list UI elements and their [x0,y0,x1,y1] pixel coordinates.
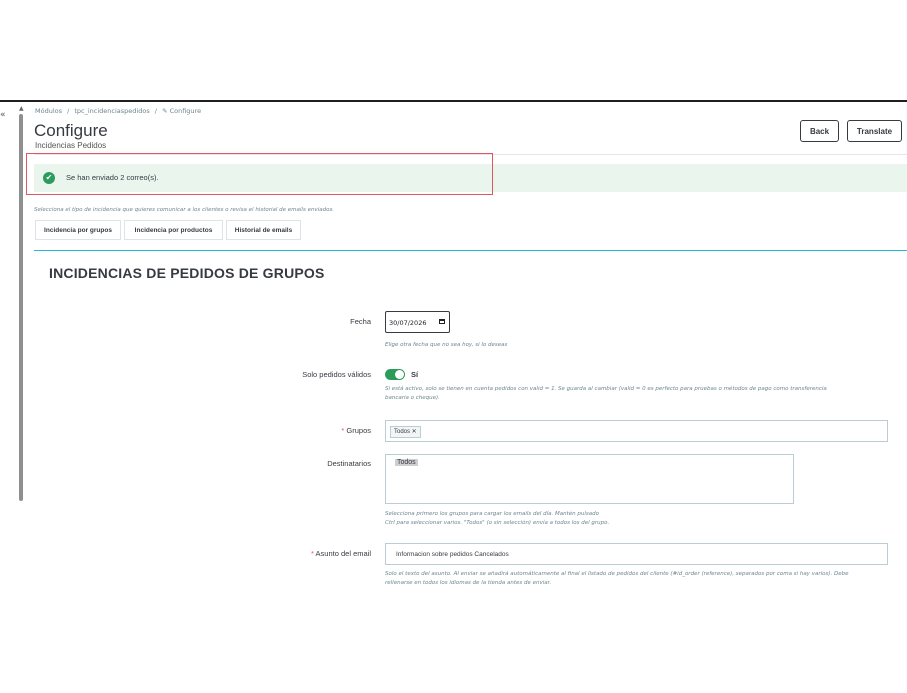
grupos-tag-todos[interactable]: Todos ✕ [390,426,421,438]
asunto-help-line1: Solo el texto del asunto. Al enviar se a… [385,571,849,577]
fecha-value: 30/07/2026 [389,319,427,327]
toggle-knob [395,370,404,379]
breadcrumb-configure: ✎ Configure [162,107,202,115]
fecha-date-input[interactable]: 30/07/2026 [385,311,450,333]
breadcrumb: Módulos / tpc_incidenciaspedidos / ✎ Con… [35,107,204,115]
panel-title: INCIDENCIAS DE PEDIDOS DE GRUPOS [49,265,325,281]
grupos-label: * Grupos [341,426,371,435]
breadcrumb-separator: / [154,107,157,115]
required-mark: * [310,549,314,558]
breadcrumb-separator: / [67,107,70,115]
destinatarios-help-line2: Ctrl para seleccionar varios. "Todos" (o… [385,520,610,526]
destinatarios-select[interactable]: Todos [385,454,794,504]
collapse-sidebar-icon[interactable]: « [0,110,6,120]
solo-validos-toggle[interactable] [385,369,405,380]
asunto-label: * Asunto del email [311,549,371,558]
highlight-box [26,153,493,195]
tab-incidencia-grupos[interactable]: Incidencia por grupos [35,220,121,240]
fecha-label: Fecha [350,317,371,326]
breadcrumb-modules[interactable]: Módulos [35,107,62,115]
tab-incidencia-productos[interactable]: Incidencia por productos [124,220,223,240]
back-button[interactable]: Back [800,120,839,142]
scrollbar-thumb[interactable] [19,114,23,501]
asunto-input[interactable]: Informacion sobre pedidos Cancelados [385,543,888,565]
fecha-help: Elige otra fecha que no sea hoy, si lo d… [385,342,508,348]
asunto-help-line2: rellenarse en todos los idiomas de la ti… [385,580,552,586]
grupos-multiselect[interactable]: Todos ✕ [385,420,888,442]
form-panel: INCIDENCIAS DE PEDIDOS DE GRUPOS Fecha 3… [34,250,907,590]
scroll-up-icon[interactable]: ▲ [19,105,24,112]
destinatarios-option-todos[interactable]: Todos [395,459,418,466]
toggle-state-label: Sí [411,370,419,379]
calendar-icon[interactable] [439,319,445,324]
page-subtitle: Incidencias Pedidos [35,141,107,150]
grupos-label-text: Grupos [346,426,371,435]
required-mark: * [341,426,345,435]
configure-frame: « ▲ Módulos / tpc_incidenciaspedidos / ✎… [0,102,907,590]
breadcrumb-module-name[interactable]: tpc_incidenciaspedidos [74,107,149,115]
solo-validos-help-line2: bancaria o cheque). [385,395,440,401]
tab-historial-emails[interactable]: Historial de emails [226,220,301,240]
page-title: Configure [34,121,108,140]
solo-validos-label: Solo pedidos válidos [302,370,371,379]
destinatarios-help-line1: Selecciona primero los grupos para carga… [385,511,600,517]
asunto-label-text: Asunto del email [315,549,371,558]
translate-button[interactable]: Translate [847,120,902,142]
destinatarios-label: Destinatarios [327,459,371,468]
intro-text: Selecciona el tipo de incidencia que qui… [34,207,335,213]
solo-validos-help-line1: Si está activo, solo se tienen en cuenta… [385,386,827,392]
